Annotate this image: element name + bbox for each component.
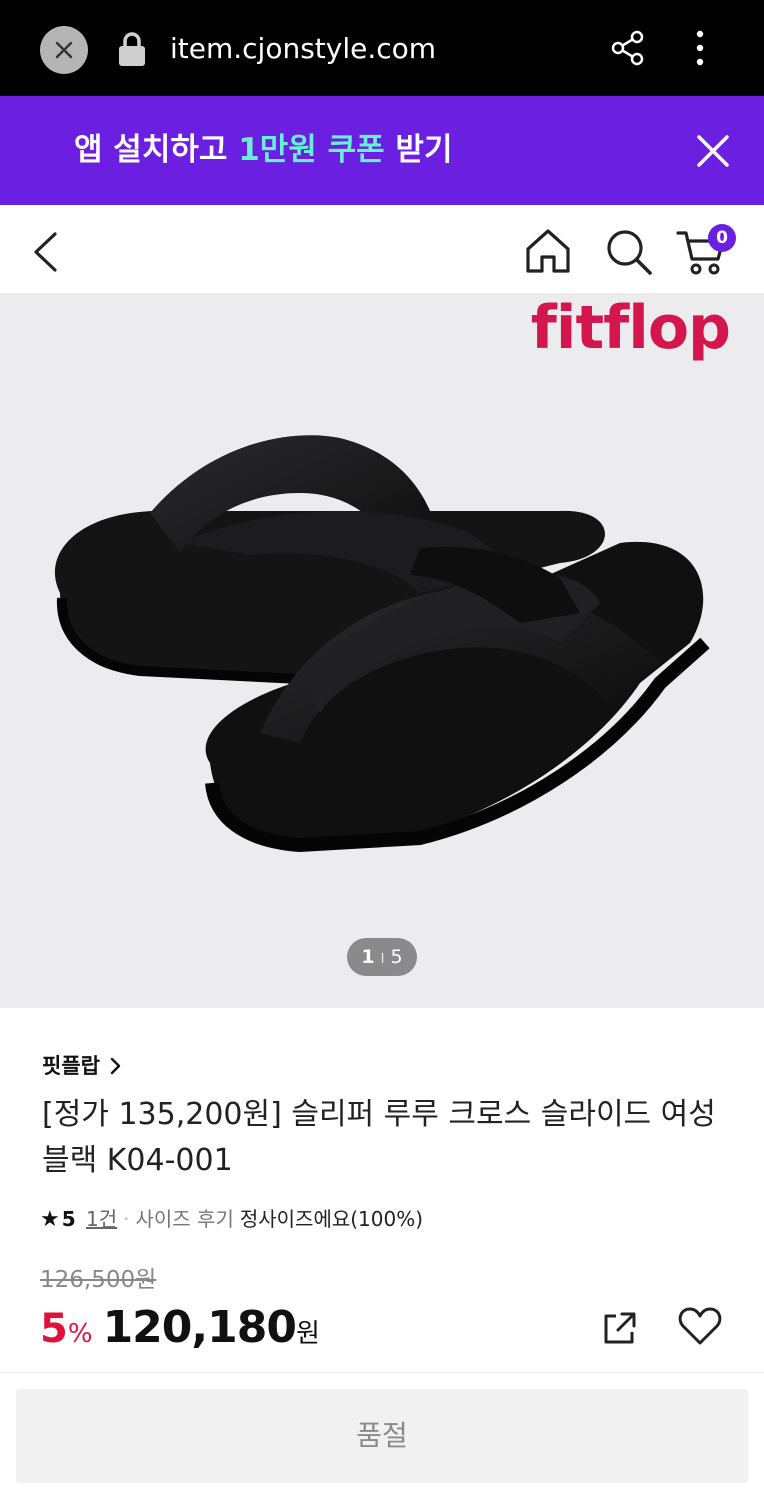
separator-dot: · xyxy=(123,1207,130,1231)
more-options-icon[interactable] xyxy=(692,30,708,66)
brand-name: 핏플랍 xyxy=(42,1054,100,1078)
promo-text: 앱 설치하고 1만원 쿠폰 받기 xyxy=(74,130,452,170)
close-icon xyxy=(55,41,73,59)
pager-separator: I xyxy=(380,952,385,967)
page-header xyxy=(0,205,764,293)
url-text[interactable]: item.cjonstyle.com xyxy=(170,30,436,68)
image-pager: 1 I 5 xyxy=(347,938,417,976)
rating-summary: ★ 5 1건 · 사이즈 후기 정사이즈에요(100%) xyxy=(40,1204,423,1235)
discount-unit: % xyxy=(67,1319,93,1349)
promo-highlight: 1만원 쿠폰 xyxy=(238,132,385,168)
wishlist-heart-icon[interactable] xyxy=(678,1306,722,1346)
brand-link[interactable]: 핏플랍 xyxy=(42,1050,123,1082)
search-icon[interactable] xyxy=(604,227,654,277)
promo-text-before: 앱 설치하고 xyxy=(74,132,239,168)
fitflop-logo: fitflop xyxy=(530,293,731,363)
size-review-value: 정사이즈에요(100%) xyxy=(239,1207,424,1231)
share-icon[interactable] xyxy=(610,30,646,66)
currency-unit: 원 xyxy=(295,1319,320,1349)
banner-close-icon[interactable] xyxy=(696,134,730,168)
app-install-banner[interactable]: 앱 설치하고 1만원 쿠폰 받기 xyxy=(0,96,764,205)
soldout-button[interactable]: 품절 xyxy=(16,1389,748,1483)
pager-total: 5 xyxy=(390,946,403,968)
sale-price: 120,180 xyxy=(102,1302,297,1353)
size-review-label: 사이즈 후기 xyxy=(135,1207,234,1231)
rating-score: 5 xyxy=(61,1207,76,1231)
chevron-right-icon xyxy=(111,1057,121,1075)
star-icon: ★ xyxy=(40,1207,60,1232)
product-image-carousel[interactable]: fitflop 1 I 5 xyxy=(0,293,764,1008)
close-tab-button[interactable] xyxy=(40,26,88,74)
share-product-icon[interactable] xyxy=(600,1308,640,1348)
review-count-link[interactable]: 1건 xyxy=(86,1207,117,1231)
pager-current: 1 xyxy=(361,946,375,968)
original-price: 126,500원 xyxy=(40,1267,157,1293)
sale-price-row: 5% 120,180원 xyxy=(40,1302,320,1358)
lock-icon xyxy=(119,32,145,66)
home-icon[interactable] xyxy=(524,227,572,275)
promo-text-after: 받기 xyxy=(384,132,453,168)
browser-toolbar: item.cjonstyle.com xyxy=(0,0,764,96)
product-photo xyxy=(54,435,710,853)
product-title: [정가 135,200원] 슬리퍼 루루 크로스 슬라이드 여성 블랙 K04-… xyxy=(42,1097,716,1178)
back-icon[interactable] xyxy=(30,231,60,273)
discount-rate: 5 xyxy=(40,1306,68,1352)
cart-count-badge: 0 xyxy=(708,224,736,252)
